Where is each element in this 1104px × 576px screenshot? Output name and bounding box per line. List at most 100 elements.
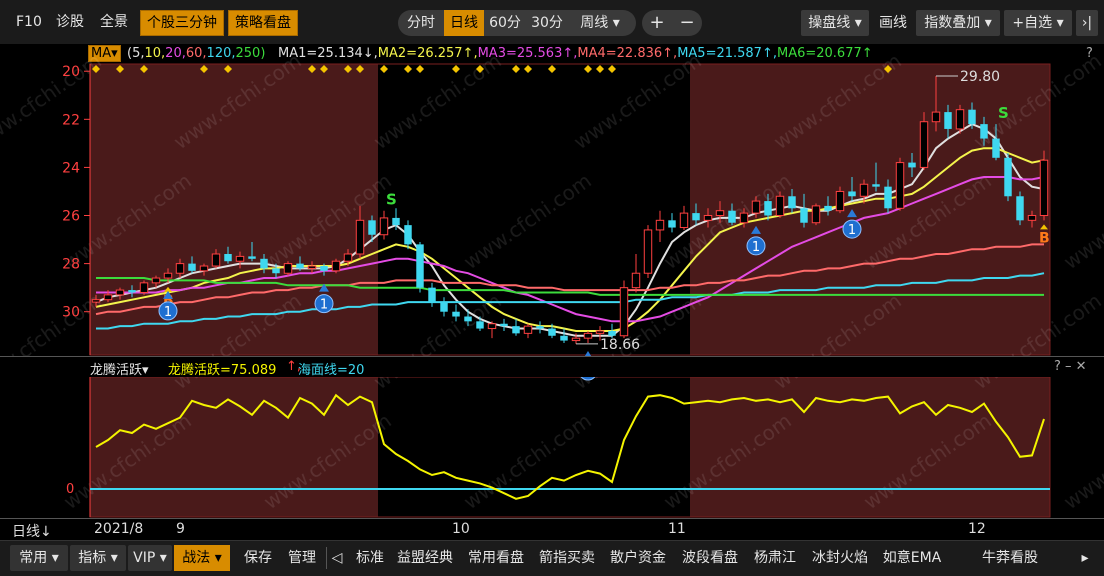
ma-param-0: (5, [127,46,145,61]
template-ice-fire[interactable]: 冰封火焰 [806,545,874,571]
manage-button[interactable]: 管理 [282,545,322,571]
diamond-marker [200,65,208,73]
candle-body-up [859,183,869,197]
candle-body-up [619,287,629,337]
save-button[interactable]: 保存 [238,545,278,571]
indicator-frame [89,376,1051,518]
template-yang-sujiang[interactable]: 杨肃江 [748,545,802,571]
watermark-text: www.cfchi.com [169,48,306,154]
template-standard[interactable]: 标准 [352,545,388,571]
common-dropdown[interactable]: 常用 ▾ [10,545,68,571]
watermark-text: www.cfchi.com [59,168,196,274]
add-watchlist-dropdown[interactable]: +自选 ▾ [1004,10,1072,36]
candle-body-down [320,266,328,271]
help-icon[interactable]: ? [1086,46,1093,61]
signal-badge-label: 1 [164,305,172,320]
tab-weekly[interactable]: 周线 ▾ [568,10,632,36]
ma-param-5: 250) [235,46,266,61]
template-ruyi-ema[interactable]: 如意EMA [878,545,946,571]
vip-dropdown[interactable]: VIP ▾ [128,545,172,571]
draw-button[interactable]: 画线 [873,10,913,36]
price-frame [89,63,1051,356]
candle-body-up [895,162,905,209]
candle-body-up [1039,159,1049,217]
diamond-marker [416,65,424,73]
tab-daily[interactable]: 日线 [444,10,484,36]
candle-body-up [283,263,293,274]
template-retail-funds[interactable]: 散户资金 [604,545,672,571]
zoom-in-button[interactable]: + [642,10,672,36]
candle-body-up [739,212,749,224]
template-yimeng-classic[interactable]: 益盟经典 [392,545,458,571]
candle-body-down [452,311,460,317]
tab-intraday[interactable]: 分时 [398,10,444,36]
tactics-dropdown[interactable]: 战法 ▾ [174,545,230,571]
period-label[interactable]: 日线↓ [12,521,52,541]
indicator-dropdown[interactable]: 龙腾活跃▾ [90,359,149,378]
scroll-left-icon[interactable]: ◁ [328,545,346,571]
three-min-button[interactable]: 个股三分钟 [140,10,224,36]
date-axis: 日线↓ 2021/8 9 10 11 12 [0,518,1104,541]
price-tick-label: 26 [62,209,80,225]
period-selector: 分时 日线 60分 30分 周线 ▾ [398,10,636,36]
collapse-icon[interactable]: ›| [1076,10,1098,36]
signal-badge-label: 1 [320,298,328,313]
signal-badge [158,301,178,321]
ma-dropdown-button[interactable]: MA▾ [88,45,121,62]
template-wave-view[interactable]: 波段看盘 [676,545,744,571]
candle-body-down [788,196,796,209]
template-arrow-trade[interactable]: 箭指买卖 [534,545,600,571]
price-tick-label: 20 [62,64,80,80]
indicator-shade-1 [690,377,1050,517]
candle-body-down [428,287,436,303]
scroll-right-icon[interactable]: ▸ [1074,545,1096,571]
candle-body-down [272,268,280,274]
candle-body-down [416,244,424,288]
overview-button[interactable]: 全景 [94,10,134,34]
diagnose-button[interactable]: 诊股 [50,10,90,34]
price-shade-1 [690,64,1050,355]
price-tick-label: 30 [62,305,80,321]
ma-line-ma2 [95,147,1045,332]
top-toolbar: F10 诊股 全景 个股三分钟 策略看盘 分时 日线 60分 30分 周线 ▾ … [0,0,1104,45]
template-common-view[interactable]: 常用看盘 [462,545,530,571]
ma-values: MA1=25.134↓,MA2=26.257↑,MA3=25.563↑,MA4=… [278,46,873,61]
tab-60min[interactable]: 60分 [484,10,526,36]
watermark-text: www.cfchi.com [969,48,1104,154]
watermark-text: www.cfchi.com [659,168,796,274]
watermark-text: www.cfchi.com [1059,408,1104,514]
watermark-text: www.cfchi.com [259,168,396,274]
candle-body-down [884,186,892,209]
candle-body-down [368,220,376,235]
ops-line-dropdown[interactable]: 操盘线 ▾ [801,10,869,36]
candle-body-up [151,277,161,284]
watermark-text: www.cfchi.com [569,48,706,154]
diamond-marker [404,65,412,73]
zoom-out-button[interactable]: − [672,10,702,36]
price-tick-label: 22 [62,112,80,128]
candle-body-up [91,299,101,303]
candle-body-up [775,195,785,217]
candle-body-up [655,219,665,231]
tab-30min[interactable]: 30分 [526,10,568,36]
ma-line-ma5 [96,272,1045,330]
candle-body-down [968,109,976,125]
indicator-controls[interactable]: ? – ✕ [1054,359,1087,374]
f10-button[interactable]: F10 [10,10,48,34]
indicator-menu-dropdown[interactable]: 指标 ▾ [70,545,126,571]
badge-arrow-icon [847,209,857,218]
strategy-button[interactable]: 策略看盘 [228,10,298,36]
candle-body-down [848,191,856,197]
diamond-marker [524,65,532,73]
template-niu-mang[interactable]: 牛莽看股 [950,545,1070,571]
buy-arrow-icon [164,286,172,292]
index-overlay-dropdown[interactable]: 指数叠加 ▾ [916,10,1000,36]
candle-body-up [583,332,593,339]
ma-legend-bar: MA▾ (5,10,20,60,120,250) MA1=25.134↓,MA2… [0,44,1104,64]
candle-body-up [139,282,149,293]
ma-param-4: 120, [206,46,236,61]
candle-body-up [715,210,725,217]
candle-body-down [872,184,880,187]
diamond-marker [476,65,484,73]
price-tick-label: 28 [62,257,80,273]
